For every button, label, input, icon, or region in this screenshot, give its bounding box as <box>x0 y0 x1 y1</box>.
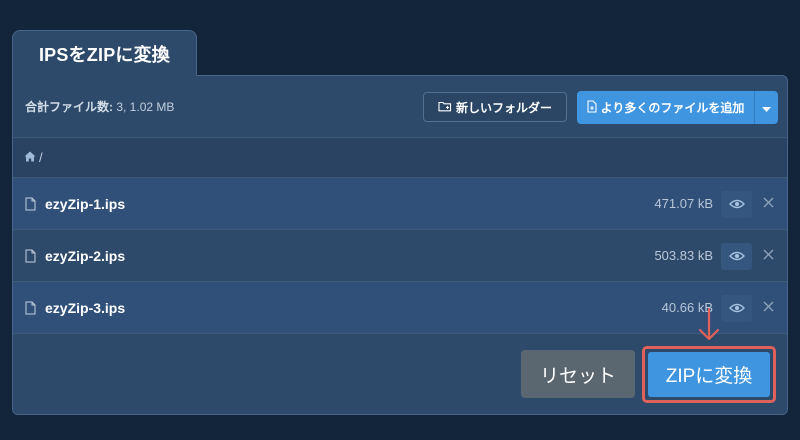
file-panel: 合計ファイル数: 3, 1.02 MB 新しいフォルダー より多くのファイルを追… <box>12 75 788 415</box>
file-icon <box>25 197 36 216</box>
file-row: ezyZip-2.ips 503.83 kB <box>13 230 787 282</box>
remove-file-button[interactable] <box>760 248 776 264</box>
preview-button[interactable] <box>721 243 752 270</box>
convert-label: ZIPに変換 <box>665 366 753 387</box>
file-name: ezyZip-1.ips <box>45 195 126 212</box>
preview-button[interactable] <box>721 191 752 218</box>
file-row: ezyZip-3.ips 40.66 kB <box>13 282 787 334</box>
new-folder-label: 新しいフォルダー <box>455 100 552 115</box>
convert-highlight: ZIPに変換 <box>642 346 776 403</box>
convert-to-zip-button[interactable]: ZIPに変換 <box>648 352 770 397</box>
new-folder-button[interactable]: 新しいフォルダー <box>423 92 567 122</box>
file-summary: 合計ファイル数: 3, 1.02 MB <box>25 98 174 115</box>
file-row: ezyZip-1.ips 471.07 kB <box>13 178 787 230</box>
file-name: ezyZip-3.ips <box>45 299 126 316</box>
caret-down-icon <box>762 99 771 117</box>
file-icon <box>25 249 36 268</box>
add-files-main[interactable]: より多くのファイルを追加 <box>577 91 754 124</box>
file-list: ezyZip-1.ips 471.07 kB ezyZip-2.ips 503.… <box>13 178 787 334</box>
file-plus-icon <box>587 99 597 116</box>
close-icon <box>763 247 774 265</box>
file-name: ezyZip-2.ips <box>45 247 126 264</box>
file-size: 503.83 kB <box>654 248 713 263</box>
arrow-down-icon <box>687 306 731 346</box>
tab-title: IPSをZIPに変換 <box>38 44 170 65</box>
converter-tab[interactable]: IPSをZIPに変換 <box>12 30 197 76</box>
file-size: 471.07 kB <box>654 196 713 211</box>
reset-button[interactable]: リセット <box>521 350 635 398</box>
remove-file-button[interactable] <box>760 300 776 316</box>
remove-file-button[interactable] <box>760 196 776 212</box>
file-icon <box>25 301 36 320</box>
reset-label: リセット <box>539 365 616 387</box>
close-icon <box>763 299 774 317</box>
summary-value: 3, 1.02 MB <box>116 100 175 114</box>
breadcrumb: / <box>13 137 787 178</box>
add-files-button[interactable]: より多くのファイルを追加 <box>577 91 778 124</box>
add-files-dropdown[interactable] <box>754 91 778 124</box>
add-files-label: より多くのファイルを追加 <box>600 101 745 115</box>
summary-label: 合計ファイル数: <box>25 100 113 114</box>
eye-icon <box>728 248 745 266</box>
close-icon <box>763 195 774 213</box>
breadcrumb-path[interactable]: / <box>39 150 43 165</box>
eye-icon <box>728 196 745 214</box>
home-icon[interactable] <box>24 150 36 165</box>
folder-plus-icon <box>438 100 452 115</box>
